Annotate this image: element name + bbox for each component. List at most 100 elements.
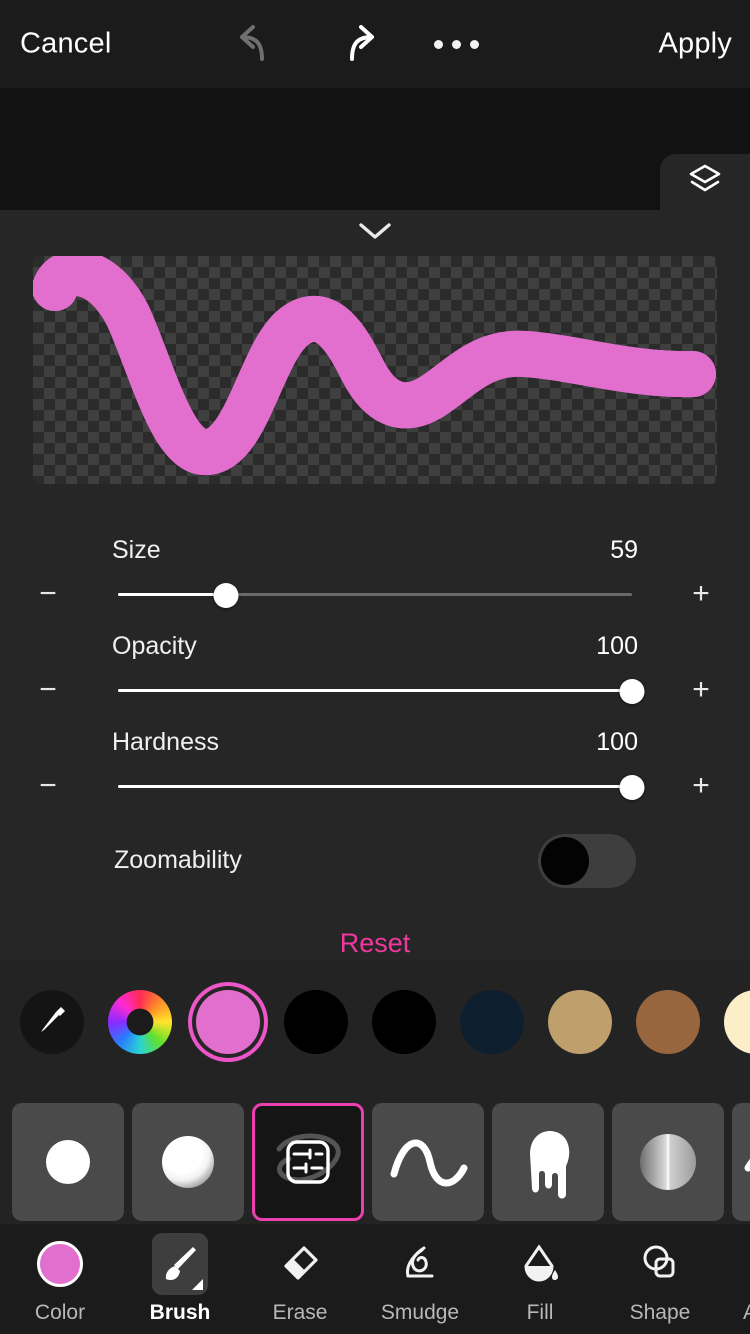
brush-preset-half-gradient[interactable] [612, 1103, 724, 1221]
nav-item-shape[interactable]: Shape [600, 1224, 720, 1334]
slider-hardness-thumb[interactable] [619, 775, 645, 800]
color-circle-icon [37, 1241, 83, 1287]
nav-icon-shape [632, 1233, 688, 1295]
top-toolbar: Cancel Apply [0, 0, 750, 88]
slider-opacity-label: Opacity [112, 632, 197, 660]
zoomability-label: Zoomability [114, 846, 242, 874]
nav-label-erase: Erase [272, 1301, 328, 1324]
slider-size-decrement[interactable]: − [28, 574, 68, 614]
color-wheel-button[interactable] [108, 990, 172, 1054]
color-swatch-navy[interactable] [460, 990, 524, 1054]
brush-preset-strip [0, 1100, 750, 1224]
nav-label-color: Color [34, 1301, 86, 1324]
slider-opacity-increment[interactable]: + [681, 670, 721, 710]
nav-item-text[interactable]: A [720, 1224, 750, 1334]
slider-opacity-thumb[interactable] [619, 679, 645, 704]
slider-hardness-value: 100 [596, 728, 638, 756]
reset-button[interactable]: Reset [0, 928, 750, 959]
nav-label-shape: Shape [629, 1301, 691, 1324]
color-swatch-strip [0, 960, 750, 1084]
brush-preset-soft-round[interactable] [132, 1103, 244, 1221]
dot [470, 39, 479, 49]
nav-icon-erase [272, 1233, 328, 1295]
half-gradient-brush-icon [640, 1134, 696, 1190]
cancel-button[interactable]: Cancel [20, 28, 111, 61]
slider-track-fill [118, 785, 632, 788]
brush-preset-partial[interactable] [732, 1103, 750, 1221]
color-swatch-pink[interactable] [196, 990, 260, 1054]
soft-round-brush-icon [162, 1136, 214, 1188]
nav-icon-text [722, 1233, 750, 1295]
layers-panel-button[interactable] [660, 154, 750, 210]
slider-size-increment[interactable]: + [681, 574, 721, 614]
nav-item-erase[interactable]: Erase [240, 1224, 360, 1334]
fill-bucket-icon [524, 1244, 558, 1282]
nav-item-color[interactable]: Color [0, 1224, 120, 1334]
nav-icon-fill [512, 1233, 568, 1295]
nav-label-brush: Brush [149, 1301, 211, 1324]
slider-size-track[interactable] [118, 583, 632, 608]
shape-icon [643, 1245, 675, 1278]
color-swatch-black[interactable] [372, 990, 436, 1054]
brush-preset-custom-settings[interactable] [252, 1103, 364, 1221]
nav-item-fill[interactable]: Fill [480, 1224, 600, 1334]
hard-round-brush-icon [46, 1140, 90, 1184]
zoomability-toggle[interactable] [538, 834, 636, 888]
brush-settings-icon [276, 1133, 341, 1184]
nav-icon-smudge [392, 1233, 448, 1295]
slider-hardness-decrement[interactable]: − [28, 766, 68, 806]
dot [452, 39, 461, 49]
slider-hardness-track[interactable] [118, 775, 645, 800]
eyedropper-icon [35, 1003, 69, 1042]
brush-stroke-preview [33, 256, 717, 484]
partial-brush-icon [744, 1159, 750, 1172]
color-swatch-black[interactable] [284, 990, 348, 1054]
dot [434, 39, 443, 49]
nav-label-smudge: Smudge [380, 1301, 460, 1324]
color-swatch-tan[interactable] [548, 990, 612, 1054]
preset-indicator-icon [192, 1279, 203, 1290]
wave-stroke-brush-icon [390, 1139, 468, 1187]
top-toolbar-center [232, 0, 485, 88]
canvas-area[interactable] [0, 88, 750, 210]
more-options-icon[interactable] [428, 28, 485, 61]
slider-opacity: Opacity 100 − + [0, 626, 750, 722]
nav-icon-color [32, 1233, 88, 1295]
brush-preset-wave-stroke[interactable] [372, 1103, 484, 1221]
slider-opacity-decrement[interactable]: − [28, 670, 68, 710]
slider-track-fill [118, 593, 226, 596]
collapse-panel-button[interactable] [0, 210, 750, 256]
preview-stroke [33, 256, 716, 484]
slider-track-fill [118, 689, 632, 692]
brush-settings-screen: Cancel Apply Size 59 − + Opacity 100 − +… [0, 0, 750, 1334]
color-swatch-brown[interactable] [636, 990, 700, 1054]
slider-opacity-track[interactable] [118, 679, 645, 704]
nav-label-fill: Fill [526, 1301, 554, 1324]
brush-preset-hard-round[interactable] [12, 1103, 124, 1221]
slider-size-thumb[interactable] [213, 583, 239, 608]
slider-size-label: Size [112, 536, 161, 564]
slider-hardness-label: Hardness [112, 728, 219, 756]
slider-hardness: Hardness 100 − + [0, 722, 750, 818]
eraser-icon [284, 1246, 318, 1280]
color-swatch-cream[interactable] [724, 990, 750, 1054]
smudge-icon [406, 1246, 434, 1278]
toggle-knob [541, 837, 589, 885]
apply-button[interactable]: Apply [658, 28, 732, 61]
undo-arrow-icon[interactable] [232, 23, 284, 65]
slider-size: Size 59 − + [0, 530, 750, 626]
bottom-toolbar: Color Brush Erase Smudge Fill Shape A [0, 1224, 750, 1334]
nav-item-smudge[interactable]: Smudge [360, 1224, 480, 1334]
nav-icon-brush [152, 1233, 208, 1295]
nav-item-brush[interactable]: Brush [120, 1224, 240, 1334]
eyedropper-button[interactable] [20, 990, 84, 1054]
slider-size-value: 59 [610, 536, 638, 564]
zoomability-row: Zoomability [0, 820, 750, 910]
nav-label-text: A [742, 1301, 750, 1324]
redo-arrow-icon[interactable] [330, 23, 382, 65]
brush-settings-panel: Size 59 − + Opacity 100 − + Hardness 100… [0, 210, 750, 960]
layers-icon [685, 162, 725, 203]
slider-hardness-increment[interactable]: + [681, 766, 721, 806]
brush-preset-drip[interactable] [492, 1103, 604, 1221]
drip-brush-icon [530, 1130, 570, 1199]
